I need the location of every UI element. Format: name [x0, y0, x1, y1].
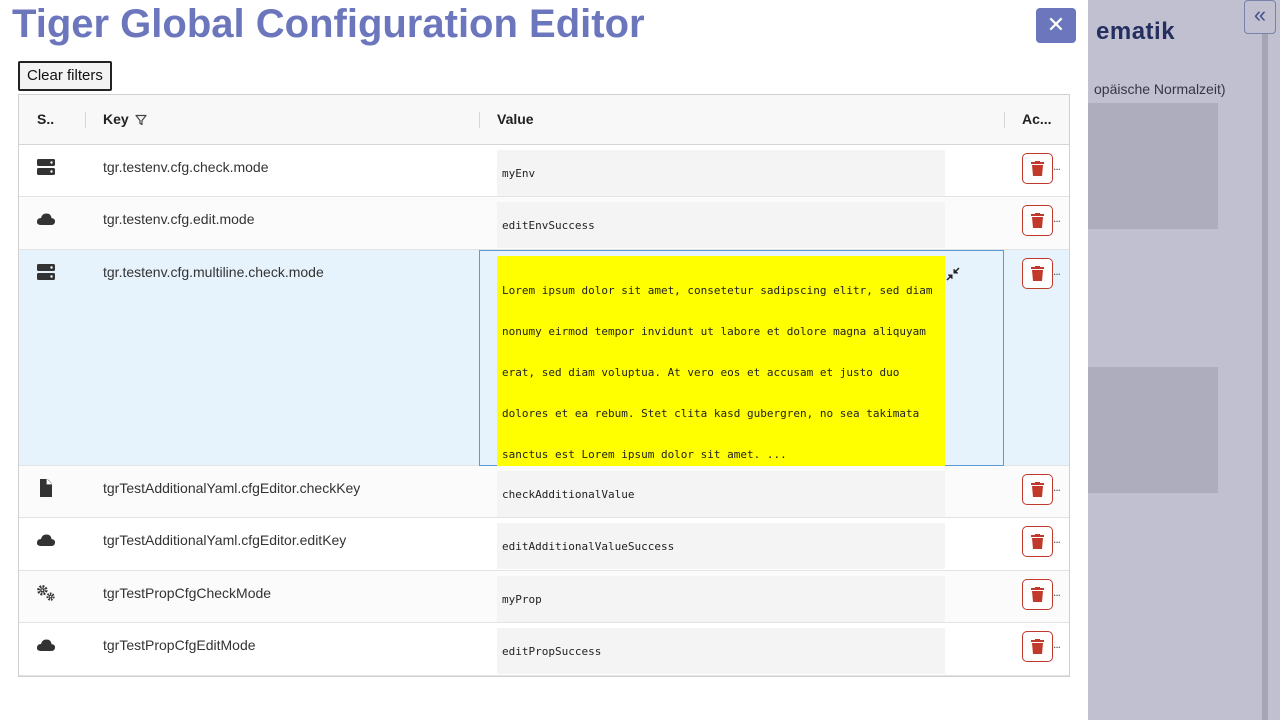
config-editor-panel: Tiger Global Configuration Editor ✕ Clea…	[0, 0, 1088, 720]
row-menu[interactable]: ...	[1053, 480, 1061, 494]
clear-filters-button[interactable]: Clear filters	[18, 61, 112, 91]
trash-icon	[1031, 482, 1044, 497]
delete-button[interactable]	[1022, 205, 1053, 236]
close-button[interactable]: ✕	[1036, 8, 1076, 43]
config-value[interactable]: editPropSuccess	[497, 628, 945, 674]
table-row-selected[interactable]: tgr.testenv.cfg.multiline.check.mode Lor…	[19, 250, 1069, 466]
column-header-source[interactable]: S..	[37, 95, 54, 144]
server-icon	[37, 159, 55, 175]
close-icon: ✕	[1046, 12, 1066, 37]
row-menu[interactable]: ...	[1053, 159, 1061, 173]
server-icon	[37, 264, 55, 280]
delete-button[interactable]	[1022, 526, 1053, 557]
row-menu[interactable]: ...	[1053, 211, 1061, 225]
column-resize-handle[interactable]	[1004, 112, 1005, 128]
row-menu[interactable]: ...	[1053, 637, 1061, 651]
cloud-icon	[36, 534, 56, 546]
table-row[interactable]: tgr.testenv.cfg.edit.mode editEnvSuccess…	[19, 197, 1069, 250]
table-row[interactable]: tgrTestPropCfgEditMode editPropSuccess .…	[19, 623, 1069, 676]
collapse-arrows-icon[interactable]	[946, 267, 960, 281]
filter-icon[interactable]	[135, 114, 147, 126]
delete-button[interactable]	[1022, 579, 1053, 610]
cloud-icon	[36, 639, 56, 651]
config-key: tgrTestAdditionalYaml.cfgEditor.editKey	[103, 532, 347, 548]
config-key: tgr.testenv.cfg.edit.mode	[103, 211, 255, 227]
delete-button[interactable]	[1022, 631, 1053, 662]
table-row[interactable]: tgr.testenv.cfg.check.mode myEnv ...	[19, 145, 1069, 197]
config-value-multiline[interactable]: Lorem ipsum dolor sit amet, consetetur s…	[497, 256, 945, 466]
column-resize-handle[interactable]	[479, 112, 480, 128]
delete-button[interactable]	[1022, 258, 1053, 289]
trash-icon	[1031, 639, 1044, 654]
delete-button[interactable]	[1022, 153, 1053, 184]
table-row[interactable]: tgrTestAdditionalYaml.cfgEditor.editKey …	[19, 518, 1069, 571]
row-menu[interactable]: ...	[1053, 585, 1061, 599]
config-value[interactable]: editEnvSuccess	[497, 202, 945, 248]
config-table: S.. Key Value Ac... tgr.testenv.cfg.chec…	[18, 94, 1070, 677]
config-key: tgrTestAdditionalYaml.cfgEditor.checkKey	[103, 480, 361, 496]
trash-icon	[1031, 266, 1044, 281]
table-row[interactable]: tgrTestPropCfgCheckMode myProp ...	[19, 571, 1069, 623]
delete-button[interactable]	[1022, 474, 1053, 505]
column-resize-handle[interactable]	[85, 112, 86, 128]
page-title: Tiger Global Configuration Editor	[12, 2, 645, 46]
file-icon	[40, 479, 52, 497]
column-header-value[interactable]: Value	[497, 95, 534, 144]
column-header-key[interactable]: Key	[103, 95, 147, 144]
column-header-key-label: Key	[103, 111, 129, 127]
config-key: tgrTestPropCfgEditMode	[103, 637, 256, 653]
trash-icon	[1031, 213, 1044, 228]
cloud-icon	[36, 213, 56, 225]
config-key: tgr.testenv.cfg.multiline.check.mode	[103, 264, 324, 280]
config-value[interactable]: myProp	[497, 576, 945, 622]
trash-icon	[1031, 587, 1044, 602]
gears-icon	[37, 585, 55, 601]
config-value[interactable]: editAdditionalValueSuccess	[497, 523, 945, 569]
config-value[interactable]: myEnv	[497, 150, 945, 196]
table-row[interactable]: tgrTestAdditionalYaml.cfgEditor.checkKey…	[19, 466, 1069, 518]
row-menu[interactable]: ...	[1053, 264, 1061, 278]
config-value[interactable]: checkAdditionalValue	[497, 471, 945, 517]
column-header-actions[interactable]: Ac...	[1022, 95, 1052, 144]
trash-icon	[1031, 534, 1044, 549]
config-key: tgrTestPropCfgCheckMode	[103, 585, 272, 601]
table-header: S.. Key Value Ac...	[19, 95, 1069, 145]
modal-backdrop[interactable]	[1088, 0, 1280, 720]
trash-icon	[1031, 161, 1044, 176]
row-menu[interactable]: ...	[1053, 532, 1061, 546]
config-key: tgr.testenv.cfg.check.mode	[103, 159, 269, 175]
